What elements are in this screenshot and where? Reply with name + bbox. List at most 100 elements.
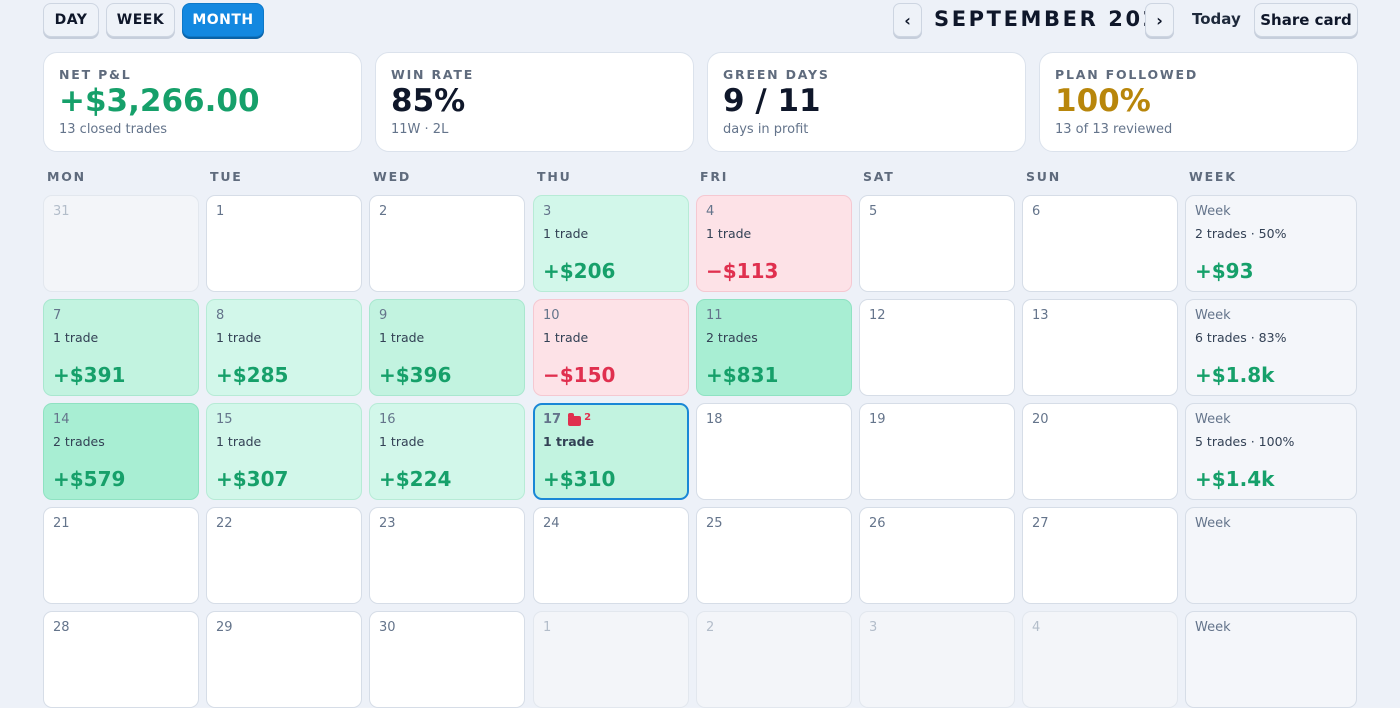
week-detail: 2 trades · 50%	[1195, 226, 1287, 241]
day-number: 14	[53, 412, 70, 427]
calendar-day[interactable]: 1	[533, 611, 689, 708]
day-number: 6	[1032, 204, 1041, 219]
trade-count: 1 trade	[543, 330, 589, 345]
share-card-button[interactable]: Share card	[1254, 3, 1358, 37]
calendar-day-selected[interactable]: 17 2 1 trade +$310	[533, 403, 689, 500]
calendar-day[interactable]: 14 2 trades +$579	[43, 403, 199, 500]
day-number: 30	[379, 620, 396, 635]
day-number: 25	[706, 516, 723, 531]
calendar-day[interactable]: 2	[696, 611, 852, 708]
trade-count: 1 trade	[543, 434, 595, 449]
day-pnl: +$224	[379, 467, 452, 491]
calendar-day[interactable]: 8 1 trade +$285	[206, 299, 362, 396]
calendar-day[interactable]: 31	[43, 195, 199, 292]
week-summary[interactable]: Week 2 trades · 50% +$93	[1185, 195, 1357, 292]
calendar-day[interactable]: 27	[1022, 507, 1178, 604]
day-number: 3	[543, 204, 552, 219]
view-month-button[interactable]: MONTH	[182, 3, 264, 37]
week-label: Week	[1195, 620, 1231, 635]
week-summary[interactable]: Week	[1185, 507, 1357, 604]
day-number: 10	[543, 308, 560, 323]
chevron-right-icon: ›	[1156, 10, 1163, 30]
weekday-label: WEEK	[1189, 169, 1237, 184]
trade-count: 1 trade	[706, 226, 752, 241]
trade-count: 2 trades	[706, 330, 758, 345]
day-number: 1	[216, 204, 225, 219]
weekday-label: SAT	[863, 169, 895, 184]
calendar-day[interactable]: 15 1 trade +$307	[206, 403, 362, 500]
day-number: 26	[869, 516, 886, 531]
calendar-day[interactable]: 22	[206, 507, 362, 604]
calendar-day[interactable]: 12	[859, 299, 1015, 396]
calendar-day[interactable]: 3 1 trade +$206	[533, 195, 689, 292]
day-pnl: +$396	[379, 363, 452, 387]
weekday-label: MON	[47, 169, 86, 184]
day-number: 16	[379, 412, 396, 427]
day-number: 8	[216, 308, 225, 323]
trade-count: 1 trade	[216, 330, 262, 345]
calendar-day[interactable]: 20	[1022, 403, 1178, 500]
calendar-day[interactable]: 13	[1022, 299, 1178, 396]
stat-card: PLAN FOLLOWED 100% 13 of 13 reviewed	[1039, 52, 1358, 152]
calendar-day[interactable]: 18	[696, 403, 852, 500]
view-day-button[interactable]: DAY	[43, 3, 99, 37]
calendar-day[interactable]: 1	[206, 195, 362, 292]
calendar-day[interactable]: 24	[533, 507, 689, 604]
day-pnl: +$579	[53, 467, 126, 491]
calendar-day[interactable]: 4 1 trade −$113	[696, 195, 852, 292]
day-number: 23	[379, 516, 396, 531]
calendar-day[interactable]: 28	[43, 611, 199, 708]
week-detail: 5 trades · 100%	[1195, 434, 1295, 449]
calendar-day[interactable]: 4	[1022, 611, 1178, 708]
trade-count: 2 trades	[53, 434, 105, 449]
calendar-day[interactable]: 9 1 trade +$396	[369, 299, 525, 396]
calendar-day[interactable]: 6	[1022, 195, 1178, 292]
calendar-day[interactable]: 29	[206, 611, 362, 708]
week-label: Week	[1195, 308, 1231, 323]
calendar-day[interactable]: 7 1 trade +$391	[43, 299, 199, 396]
calendar-day[interactable]: 2	[369, 195, 525, 292]
calendar-day[interactable]: 11 2 trades +$831	[696, 299, 852, 396]
stat-label: NET P&L	[59, 67, 132, 82]
calendar-day[interactable]: 21	[43, 507, 199, 604]
day-number: 13	[1032, 308, 1049, 323]
week-summary[interactable]: Week	[1185, 611, 1357, 708]
week-pnl: +$1.4k	[1195, 467, 1275, 491]
day-pnl: −$150	[543, 363, 616, 387]
week-label: Week	[1195, 204, 1231, 219]
calendar-day[interactable]: 23	[369, 507, 525, 604]
calendar-day[interactable]: 30	[369, 611, 525, 708]
week-summary[interactable]: Week 6 trades · 83% +$1.8k	[1185, 299, 1357, 396]
trade-count: 1 trade	[543, 226, 589, 241]
calendar-day[interactable]: 10 1 trade −$150	[533, 299, 689, 396]
day-number: 20	[1032, 412, 1049, 427]
stat-label: GREEN DAYS	[723, 67, 830, 82]
calendar-day[interactable]: 19	[859, 403, 1015, 500]
calendar-day[interactable]: 16 1 trade +$224	[369, 403, 525, 500]
today-button[interactable]: Today	[1192, 3, 1241, 37]
stat-value: 85%	[391, 83, 466, 119]
calendar-day[interactable]: 5	[859, 195, 1015, 292]
week-summary[interactable]: Week 5 trades · 100% +$1.4k	[1185, 403, 1357, 500]
journal-notes[interactable]: 2	[568, 412, 591, 426]
day-number: 4	[706, 204, 715, 219]
next-month-button[interactable]: ›	[1145, 3, 1174, 37]
weekday-label: WED	[373, 169, 412, 184]
view-week-button[interactable]: WEEK	[106, 3, 175, 37]
trade-count: 1 trade	[53, 330, 99, 345]
calendar-day[interactable]: 3	[859, 611, 1015, 708]
stat-card: NET P&L +$3,266.00 13 closed trades	[43, 52, 362, 152]
calendar-day[interactable]: 25	[696, 507, 852, 604]
weekday-label: SUN	[1026, 169, 1062, 184]
stat-value: 9 / 11	[723, 83, 821, 119]
day-number: 27	[1032, 516, 1049, 531]
chevron-left-icon: ‹	[904, 10, 911, 30]
stat-value: +$3,266.00	[59, 83, 260, 119]
previous-month-button[interactable]: ‹	[893, 3, 922, 37]
calendar-day[interactable]: 26	[859, 507, 1015, 604]
stat-subtext: 13 closed trades	[59, 122, 167, 137]
day-number: 24	[543, 516, 560, 531]
week-label: Week	[1195, 412, 1231, 427]
day-number: 2	[379, 204, 388, 219]
day-pnl: +$206	[543, 259, 616, 283]
